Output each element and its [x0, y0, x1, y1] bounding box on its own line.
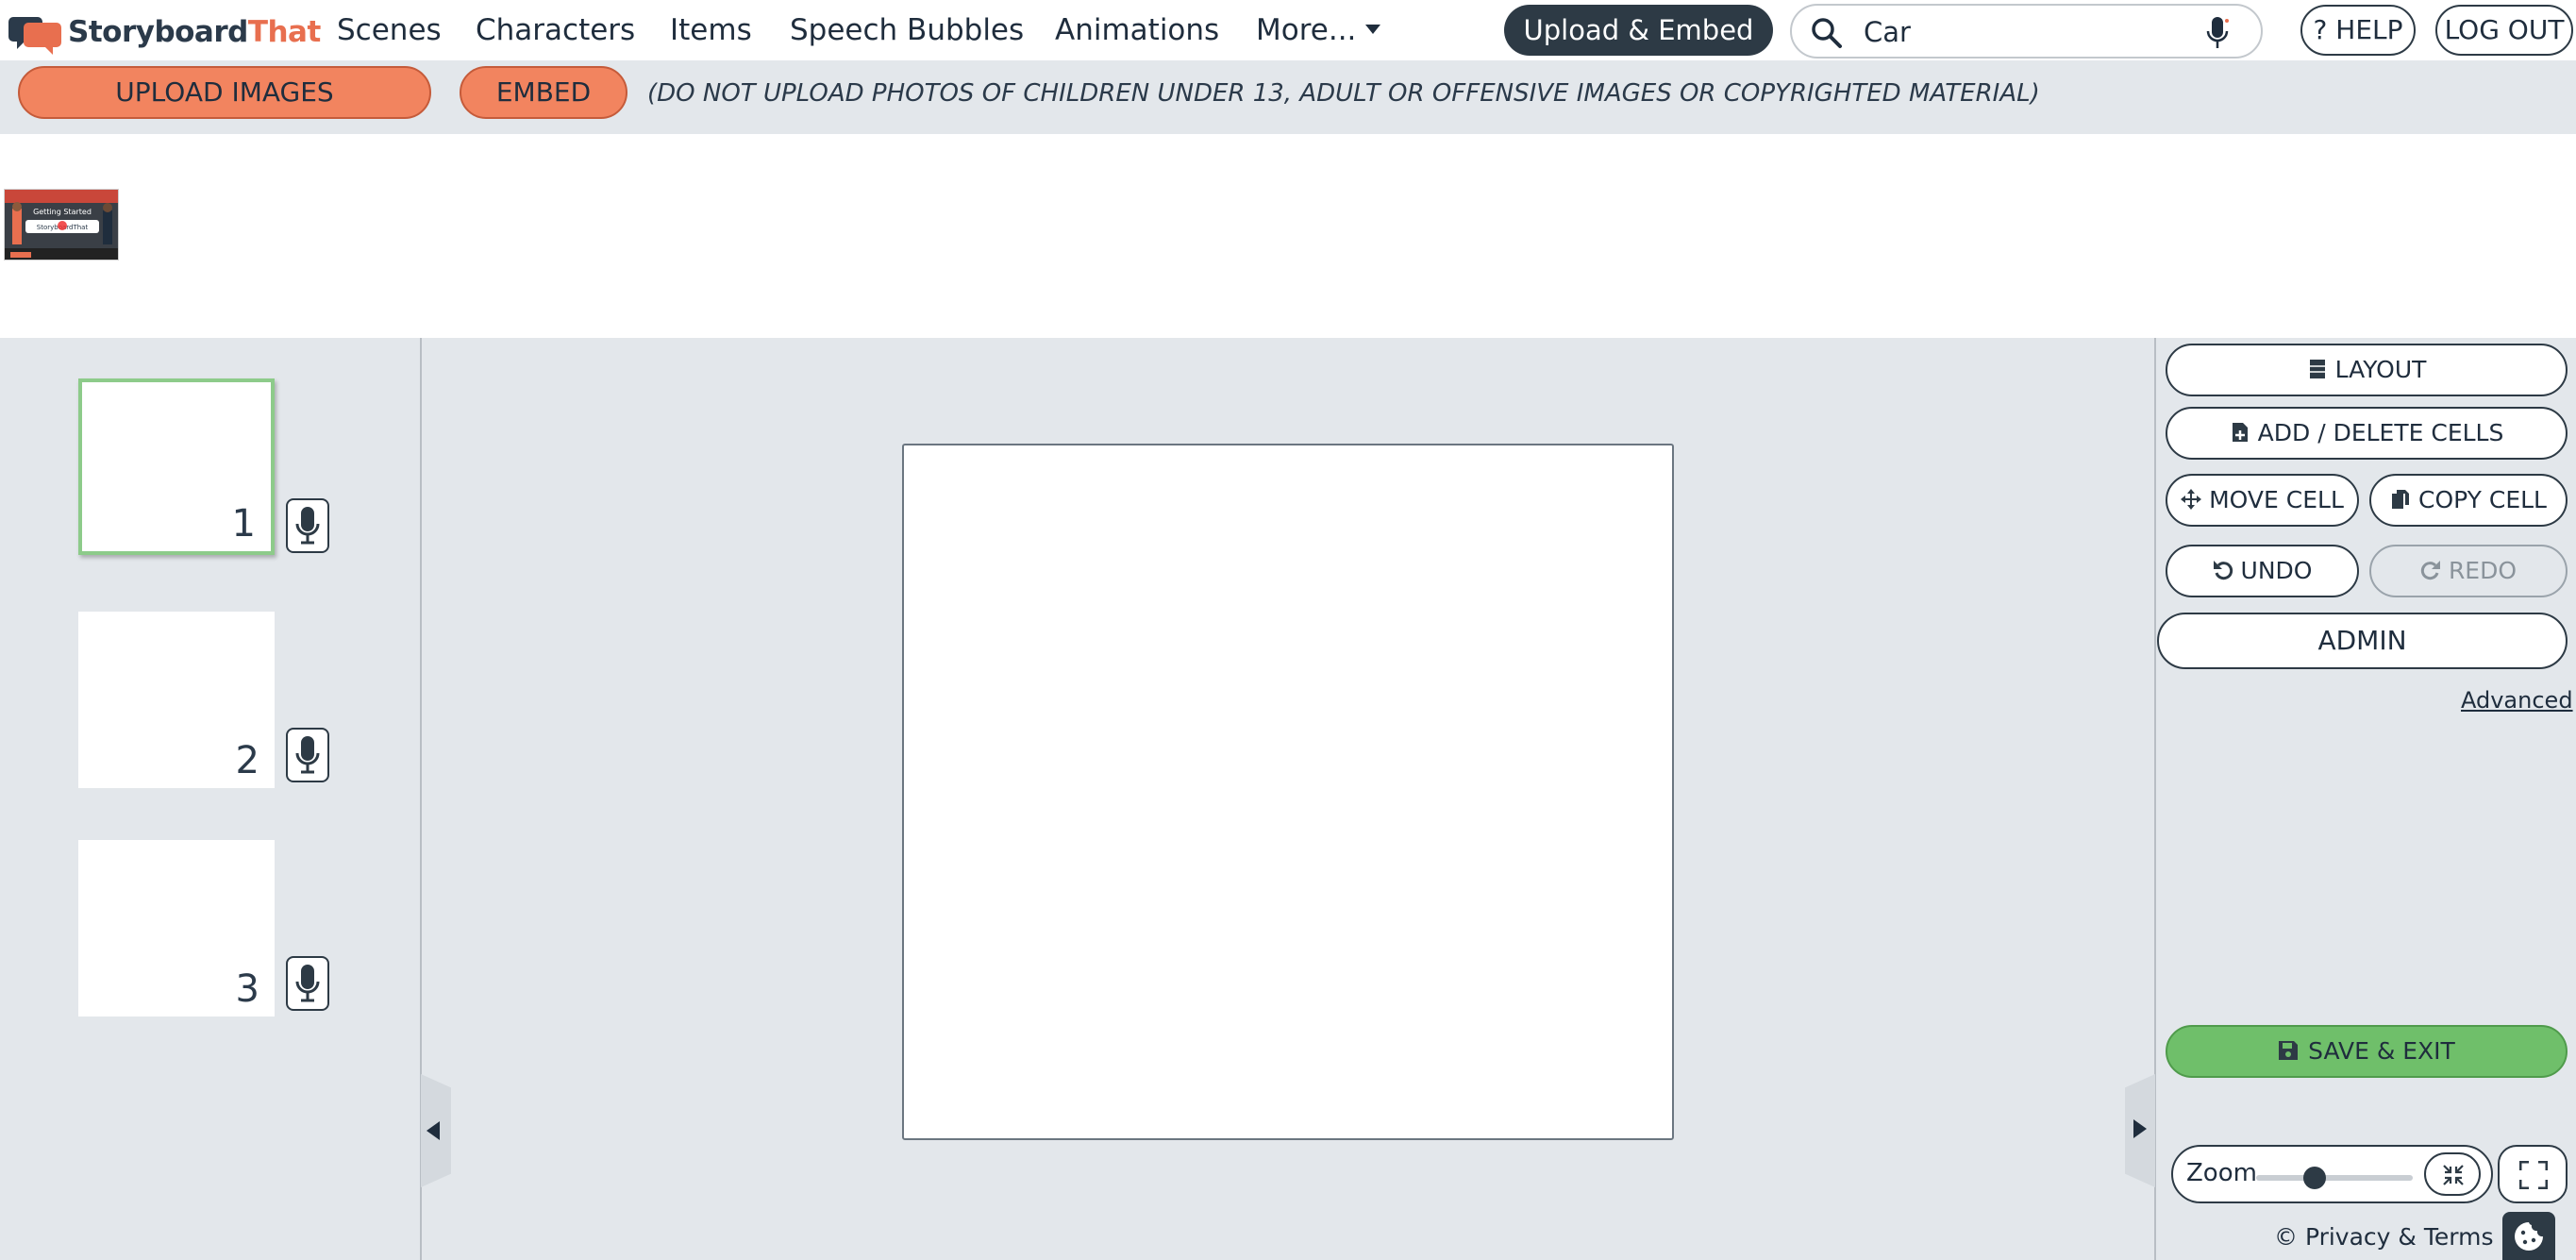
cell-number: 1 [231, 502, 256, 546]
zoom-fit-button[interactable] [2424, 1152, 2481, 1196]
layout-button[interactable]: LAYOUT [2166, 344, 2568, 396]
speech-bubbles-logo-icon [8, 17, 61, 55]
cell-audio-button[interactable] [286, 956, 329, 1011]
storyboard-cell-thumbnail[interactable]: 3 [78, 840, 275, 1016]
upload-warning-text: (DO NOT UPLOAD PHOTOS OF CHILDREN UNDER … [647, 79, 2040, 108]
uploaded-images-library: Getting Started StoryboardThat [0, 134, 2576, 338]
storyboard-editor: StoryboardThat Scenes Characters Items S… [0, 0, 2576, 1260]
search-icon[interactable] [1811, 17, 1843, 49]
move-cell-label: MOVE CELL [2209, 486, 2344, 513]
upload-embed-button[interactable]: Upload & Embed [1504, 5, 1773, 56]
undo-button[interactable]: UNDO [2166, 545, 2359, 597]
layout-label: LAYOUT [2334, 356, 2427, 383]
undo-label: UNDO [2240, 557, 2313, 584]
nav-more-dropdown[interactable]: More... [1256, 9, 1381, 51]
zoom-slider-handle[interactable] [2303, 1167, 2326, 1189]
editor-workspace: 1 2 3 LAYOUT ADD / DELETE CELLS MOVE CEL… [0, 338, 2576, 1260]
microphone-icon[interactable] [2204, 15, 2231, 51]
caret-left-icon [427, 1121, 440, 1140]
copy-cell-button[interactable]: COPY CELL [2369, 474, 2568, 527]
save-exit-label: SAVE & EXIT [2308, 1037, 2455, 1065]
top-navigation-bar: StoryboardThat Scenes Characters Items S… [0, 0, 2576, 60]
nav-items[interactable]: Items [670, 9, 752, 51]
save-disk-icon [2279, 1041, 2299, 1060]
storyboard-cell-thumbnail[interactable]: 1 [78, 378, 275, 555]
thumbnail-title: Getting Started [33, 208, 92, 216]
storyboard-canvas[interactable] [902, 444, 1674, 1140]
brand-name: StoryboardThat [68, 15, 321, 49]
brand-logo[interactable]: StoryboardThat [8, 9, 321, 55]
add-cells-icon [2232, 423, 2248, 442]
search-box [1790, 4, 2263, 59]
admin-button[interactable]: ADMIN [2157, 613, 2568, 669]
nav-characters[interactable]: Characters [476, 9, 635, 51]
shrink-arrows-icon [2443, 1165, 2464, 1185]
privacy-terms-link[interactable]: © Privacy & Terms [2274, 1223, 2493, 1251]
caret-right-icon [2133, 1119, 2147, 1138]
cookie-settings-button[interactable] [2502, 1212, 2555, 1260]
caret-down-icon [1365, 24, 1381, 34]
add-delete-cells-label: ADD / DELETE CELLS [2257, 419, 2504, 446]
help-button[interactable]: ? HELP [2300, 5, 2416, 56]
microphone-icon [295, 507, 320, 545]
upload-toolbar: UPLOAD IMAGES EMBED (DO NOT UPLOAD PHOTO… [0, 60, 2576, 134]
cookie-icon [2515, 1222, 2543, 1251]
cell-list-panel: 1 2 3 [0, 338, 420, 1260]
logout-button[interactable]: LOG OUT [2435, 5, 2573, 56]
zoom-slider-track[interactable] [2256, 1167, 2413, 1189]
nav-speech-bubbles[interactable]: Speech Bubbles [790, 9, 1024, 51]
storyboard-cell-thumbnail[interactable]: 2 [78, 612, 275, 788]
redo-button[interactable]: REDO [2369, 545, 2568, 597]
undo-icon [2213, 561, 2233, 580]
copy-icon [2392, 490, 2409, 509]
cell-number: 2 [235, 739, 259, 782]
search-input[interactable] [1864, 13, 2147, 51]
cell-audio-button[interactable] [286, 498, 329, 553]
nav-more-label: More... [1256, 13, 1357, 47]
zoom-label: Zoom [2186, 1159, 2257, 1187]
cell-number: 3 [235, 967, 259, 1011]
embed-button[interactable]: EMBED [460, 66, 627, 119]
getting-started-thumbnail-image: Getting Started StoryboardThat [5, 190, 118, 260]
add-delete-cells-button[interactable]: ADD / DELETE CELLS [2166, 407, 2568, 460]
microphone-icon [295, 736, 320, 774]
layout-icon [2309, 360, 2325, 378]
save-exit-button[interactable]: SAVE & EXIT [2166, 1025, 2568, 1078]
nav-animations[interactable]: Animations [1055, 9, 1219, 51]
copy-cell-label: COPY CELL [2418, 486, 2547, 513]
fullscreen-button[interactable] [2498, 1145, 2568, 1203]
microphone-icon [295, 965, 320, 1002]
nav-scenes[interactable]: Scenes [337, 9, 442, 51]
redo-label: REDO [2448, 557, 2517, 584]
move-arrows-icon [2181, 489, 2202, 510]
fullscreen-icon [2519, 1161, 2548, 1189]
cell-audio-button[interactable] [286, 728, 329, 782]
zoom-control: Zoom [2171, 1145, 2493, 1203]
redo-icon [2420, 561, 2440, 580]
advanced-link[interactable]: Advanced [2461, 687, 2573, 714]
uploaded-image-thumbnail[interactable]: Getting Started StoryboardThat [4, 189, 119, 260]
upload-images-button[interactable]: UPLOAD IMAGES [18, 66, 431, 119]
move-cell-button[interactable]: MOVE CELL [2166, 474, 2359, 527]
